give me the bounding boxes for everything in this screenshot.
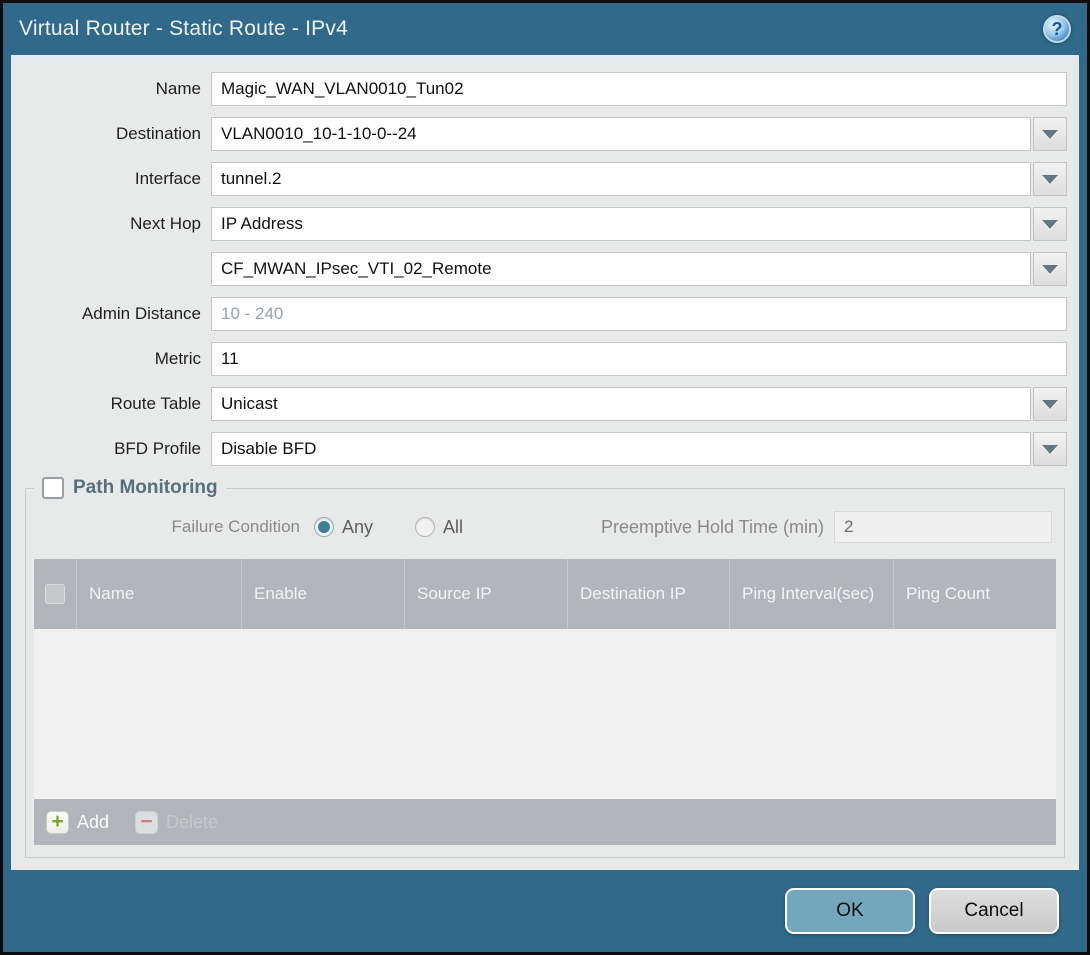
column-header-enable: Enable [241,559,404,629]
form-row-admin-distance: Admin Distance [11,297,1067,331]
route-table-label: Route Table [11,394,211,414]
path-monitoring-legend: Path Monitoring [34,477,226,499]
interface-dropdown-button[interactable] [1033,162,1067,196]
dialog-titlebar: Virtual Router - Static Route - IPv4 [3,3,1087,55]
bfd-profile-label: BFD Profile [11,439,211,459]
metric-input[interactable] [211,342,1067,376]
failure-condition-all-radio[interactable] [415,517,435,537]
next-hop-address-dropdown-button[interactable] [1033,252,1067,286]
add-button[interactable]: Add [46,811,109,834]
chevron-down-icon [1042,175,1058,184]
route-table-dropdown-button[interactable] [1033,387,1067,421]
column-header-ping-interval: Ping Interval(sec) [729,559,893,629]
path-monitoring-title: Path Monitoring [73,477,218,499]
form-row-bfd-profile: BFD Profile [11,432,1067,466]
name-input[interactable] [211,72,1067,106]
column-header-destination-ip: Destination IP [567,559,729,629]
metric-label: Metric [11,349,211,369]
form-row-name: Name [11,72,1067,106]
ok-button[interactable]: OK [785,888,915,934]
admin-distance-input[interactable] [211,297,1067,331]
bfd-profile-input[interactable] [211,432,1031,466]
interface-input[interactable] [211,162,1031,196]
plus-icon [46,811,69,834]
delete-button-label: Delete [166,812,218,833]
chevron-down-icon [1042,130,1058,139]
route-table-input[interactable] [211,387,1031,421]
column-header-ping-count: Ping Count [893,559,1056,629]
destination-label: Destination [11,124,211,144]
form-row-route-table: Route Table [11,387,1067,421]
static-route-dialog: Virtual Router - Static Route - IPv4 Nam… [0,0,1090,955]
chevron-down-icon [1042,445,1058,454]
dialog-title: Virtual Router - Static Route - IPv4 [19,17,348,41]
table-toolbar: Add Delete [34,799,1056,845]
form-row-next-hop-address [11,252,1067,286]
admin-distance-label: Admin Distance [11,304,211,324]
select-all-checkbox[interactable] [45,584,65,604]
chevron-down-icon [1042,400,1058,409]
destination-dropdown-button[interactable] [1033,117,1067,151]
help-icon[interactable] [1043,15,1071,43]
path-monitoring-checkbox[interactable] [42,477,64,499]
dialog-footer: OK Cancel [3,870,1087,952]
failure-condition-label: Failure Condition [32,517,300,537]
preemptive-hold-time-label: Preemptive Hold Time (min) [601,517,824,538]
form-row-interface: Interface [11,162,1067,196]
failure-condition-row: Failure Condition Any All Preemptive Hol… [32,511,1058,543]
destination-input[interactable] [211,117,1031,151]
form-row-metric: Metric [11,342,1067,376]
form-row-next-hop: Next Hop [11,207,1067,241]
column-header-source-ip: Source IP [404,559,567,629]
cancel-button[interactable]: Cancel [929,888,1059,934]
table-body-empty [34,629,1056,799]
delete-button[interactable]: Delete [135,811,218,834]
dialog-body: Name Destination Interface Next Hop [11,55,1079,870]
failure-condition-any-label: Any [342,517,373,538]
column-header-name: Name [76,559,241,629]
next-hop-label: Next Hop [11,214,211,234]
add-button-label: Add [77,812,109,833]
failure-condition-any-radio[interactable] [314,517,334,537]
table-header: Name Enable Source IP Destination IP Pin… [34,559,1056,629]
failure-condition-all-label: All [443,517,463,538]
form-row-destination: Destination [11,117,1067,151]
interface-label: Interface [11,169,211,189]
bfd-profile-dropdown-button[interactable] [1033,432,1067,466]
next-hop-type-input[interactable] [211,207,1031,241]
name-label: Name [11,79,211,99]
next-hop-address-input[interactable] [211,252,1031,286]
next-hop-type-dropdown-button[interactable] [1033,207,1067,241]
chevron-down-icon [1042,265,1058,274]
path-monitoring-table: Name Enable Source IP Destination IP Pin… [34,559,1056,845]
minus-icon [135,811,158,834]
preemptive-hold-time-input[interactable] [834,511,1052,543]
path-monitoring-section: Path Monitoring Failure Condition Any Al… [25,477,1065,858]
chevron-down-icon [1042,220,1058,229]
